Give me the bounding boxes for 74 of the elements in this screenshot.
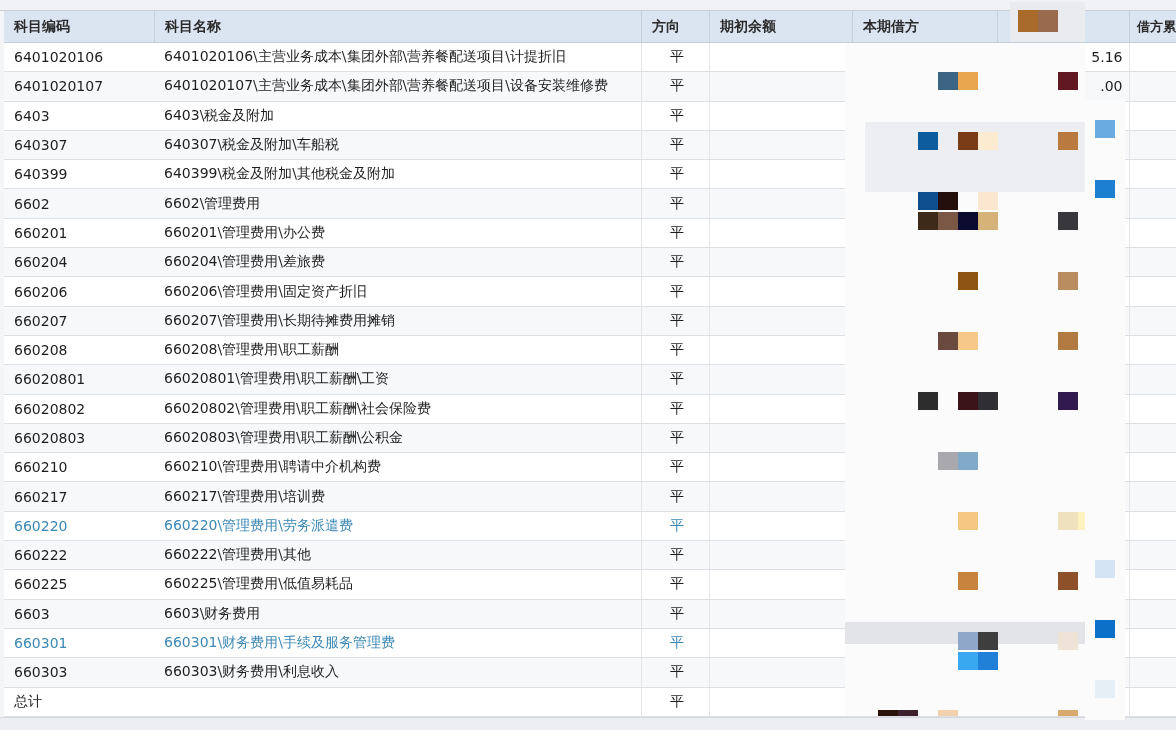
table-cell: 660201 xyxy=(4,218,154,248)
table-cell: 6401020106\主营业务成本\集团外部\营养餐配送项目\计提折旧 xyxy=(154,42,641,72)
table-cell: 总计 xyxy=(4,687,154,717)
table-cell: 660301\财务费用\手续及服务管理费 xyxy=(154,628,641,658)
table-cell: 平 xyxy=(641,540,709,570)
table-cell: 660225 xyxy=(4,569,154,600)
table-cell: 6401020106 xyxy=(4,42,154,72)
table-cell: 平 xyxy=(641,364,709,395)
table-cell: 660208\管理费用\职工薪酬 xyxy=(154,335,641,365)
table-cell: 660301 xyxy=(4,628,154,658)
table-cell: 660210 xyxy=(4,452,154,482)
table-cell: 平 xyxy=(641,481,709,512)
table-cell: 6403 xyxy=(4,101,154,131)
table-cell: 660204 xyxy=(4,247,154,277)
table-cell: 660206\管理费用\固定资产折旧 xyxy=(154,276,641,307)
table-cell: 平 xyxy=(641,335,709,365)
table-cell: 平 xyxy=(641,394,709,424)
table-cell: 6603\财务费用 xyxy=(154,599,641,629)
table-cell: 平 xyxy=(641,599,709,629)
column-header[interactable]: 科目名称 xyxy=(154,11,641,43)
table-cell: 6401020107\主营业务成本\集团外部\营养餐配送项目\设备安装维修费 xyxy=(154,71,641,102)
table-cell: 平 xyxy=(641,687,709,717)
table-cell: 平 xyxy=(641,159,709,189)
table-cell: 66020802 xyxy=(4,394,154,424)
table-cell: 640307 xyxy=(4,130,154,160)
table-cell: 平 xyxy=(641,306,709,336)
table-cell: 平 xyxy=(641,511,709,541)
table-cell: 640399\税金及附加\其他税金及附加 xyxy=(154,159,641,189)
table-cell: 66020802\管理费用\职工薪酬\社会保险费 xyxy=(154,394,641,424)
table-cell: 660220 xyxy=(4,511,154,541)
table-cell: 660210\管理费用\聘请中介机构费 xyxy=(154,452,641,482)
table-cell: 660225\管理费用\低值易耗品 xyxy=(154,569,641,600)
table-cell: 660220\管理费用\劳务派遣费 xyxy=(154,511,641,541)
table-cell: 平 xyxy=(641,189,709,219)
table-cell: 平 xyxy=(641,247,709,277)
table-cell: 660303\财务费用\利息收入 xyxy=(154,657,641,688)
table-cell: 6403\税金及附加 xyxy=(154,101,641,131)
column-header[interactable]: 科目编码 xyxy=(4,11,154,43)
table-cell: 66020801 xyxy=(4,364,154,395)
table-cell: 640399 xyxy=(4,159,154,189)
table-cell: 6401020107 xyxy=(4,71,154,102)
table-cell: 平 xyxy=(641,628,709,658)
table-cell: 平 xyxy=(641,423,709,453)
table-cell: 640307\税金及附加\车船税 xyxy=(154,130,641,160)
table-cell: 平 xyxy=(641,452,709,482)
table-cell: 平 xyxy=(641,657,709,688)
table-cell: 660222\管理费用\其他 xyxy=(154,540,641,570)
table-cell: 6602\管理费用 xyxy=(154,189,641,219)
table-cell: 660303 xyxy=(4,657,154,688)
column-header[interactable]: 期初余额 xyxy=(709,11,852,43)
table-cell: 66020803 xyxy=(4,423,154,453)
table-cell: 660207 xyxy=(4,306,154,336)
column-header[interactable]: 方向 xyxy=(641,11,709,43)
table-cell: 66020801\管理费用\职工薪酬\工资 xyxy=(154,364,641,395)
table-cell: 平 xyxy=(641,42,709,72)
table-cell: 660208 xyxy=(4,335,154,365)
table-cell: 66020803\管理费用\职工薪酬\公积金 xyxy=(154,423,641,453)
table-cell: 660217\管理费用\培训费 xyxy=(154,481,641,512)
table-cell: 660201\管理费用\办公费 xyxy=(154,218,641,248)
table-cell: 660204\管理费用\差旅费 xyxy=(154,247,641,277)
column-header[interactable]: 本期借方 xyxy=(852,11,997,43)
table-cell: 660217 xyxy=(4,481,154,512)
table-cell: 平 xyxy=(641,218,709,248)
table-cell: 平 xyxy=(641,130,709,160)
table-cell: 平 xyxy=(641,71,709,102)
table-cell: 6603 xyxy=(4,599,154,629)
table-cell: 6602 xyxy=(4,189,154,219)
table-cell: 660206 xyxy=(4,276,154,307)
table-cell: 平 xyxy=(641,569,709,600)
table-cell: 平 xyxy=(641,276,709,307)
table-cell: 660222 xyxy=(4,540,154,570)
table-cell: 660207\管理费用\长期待摊费用摊销 xyxy=(154,306,641,336)
column-header[interactable]: 借方累 xyxy=(1129,11,1176,43)
table-cell: 平 xyxy=(641,101,709,131)
